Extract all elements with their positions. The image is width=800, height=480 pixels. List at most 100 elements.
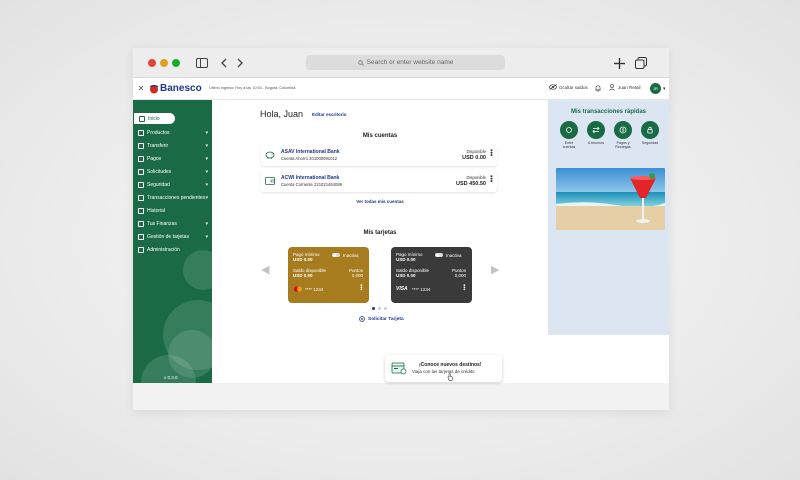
bell-icon[interactable] bbox=[594, 83, 602, 93]
user-name: Juan Retail bbox=[618, 85, 641, 90]
home-icon bbox=[139, 115, 145, 122]
credit-card[interactable]: Pago mínimo USD 0.00 Inactiva Saldo disp… bbox=[391, 247, 472, 303]
available-balance-value: USD 0.00 bbox=[293, 273, 313, 278]
account-bank-name: ACWI International Bank bbox=[281, 175, 340, 181]
shield-icon bbox=[138, 181, 144, 188]
more-options-icon[interactable]: ••• bbox=[357, 284, 363, 290]
carousel-next-icon[interactable]: ▶ bbox=[491, 263, 499, 276]
sidebar-item-inicio[interactable]: Inicio bbox=[133, 112, 176, 125]
carousel-dot[interactable] bbox=[384, 307, 387, 310]
card-status-label: Inactiva bbox=[343, 253, 359, 258]
quick-action-security[interactable]: Seguridad bbox=[640, 121, 660, 145]
points-value: 0,000 bbox=[351, 273, 363, 278]
sidebar-item-historial[interactable]: Historial bbox=[133, 204, 212, 217]
account-card[interactable]: ACWI International Bank Cuenta Corriente… bbox=[261, 170, 497, 192]
card-status-toggle[interactable] bbox=[332, 253, 340, 257]
request-card-button[interactable]: Solicitar Tarjeta bbox=[359, 316, 404, 322]
chevron-down-icon: ▾ bbox=[205, 142, 208, 149]
sidebar-item-transferir[interactable]: Transferir ▾ bbox=[133, 139, 212, 152]
card-number: **** 1234 bbox=[305, 287, 324, 292]
available-label: Disponible bbox=[466, 149, 486, 154]
sidebar-item-transacciones-pendientes[interactable]: Transacciones pendientes ▾ bbox=[133, 191, 212, 204]
sidebar-toggle-icon[interactable] bbox=[195, 56, 209, 70]
sidebar: Inicio Productos ▾ Transferir ▾ Pagos ▾ … bbox=[133, 100, 212, 383]
chevron-down-icon[interactable]: ▾ bbox=[663, 86, 666, 92]
sidebar-item-administracion[interactable]: Administración bbox=[133, 243, 212, 256]
cursor-hand-icon bbox=[447, 368, 453, 386]
brand-logo: Banesco bbox=[149, 83, 202, 94]
account-balance: USD 450.50 bbox=[456, 181, 486, 187]
promo-subtitle: Viaja con las tarjetas de crédito bbox=[412, 369, 475, 374]
sidebar-item-tus-finanzas[interactable]: Tus Finanzas ▾ bbox=[133, 217, 212, 230]
close-window-button[interactable] bbox=[148, 59, 156, 67]
app-header: ✕ Banesco Último ingreso: Hoy a las 10:5… bbox=[133, 78, 669, 100]
visa-logo: VISA bbox=[396, 286, 408, 292]
sidebar-item-gestion-tarjetas[interactable]: Gestión de tarjetas ▾ bbox=[133, 230, 212, 243]
address-bar[interactable]: Search or enter website name bbox=[306, 55, 505, 70]
quick-action-third-party[interactable]: A terceros bbox=[586, 121, 606, 145]
account-type-number: Cuenta Corriente 221021464089 bbox=[281, 182, 342, 187]
last-login-text: Último ingreso: Hoy a las 10:53 - Bogotá… bbox=[209, 86, 296, 90]
chevron-down-icon: ▾ bbox=[205, 220, 208, 227]
sidebar-item-productos[interactable]: Productos ▾ bbox=[133, 126, 212, 139]
address-bar-placeholder: Search or enter website name bbox=[366, 59, 454, 66]
account-bank-name: ASAV International Bank bbox=[281, 149, 340, 155]
edit-desktop-link[interactable]: Editar escritorio bbox=[312, 112, 347, 117]
maximize-window-button[interactable] bbox=[172, 59, 180, 67]
carousel-dot[interactable] bbox=[378, 307, 381, 310]
quick-action-label: Pagos y Recargas bbox=[615, 141, 631, 150]
request-icon bbox=[138, 168, 144, 175]
transfer-icon bbox=[138, 142, 144, 149]
admin-icon bbox=[138, 246, 144, 253]
available-balance-value: USD 0.00 bbox=[396, 273, 416, 278]
payments-recharges-icon: $ bbox=[619, 126, 627, 134]
tabs-overview-icon[interactable] bbox=[634, 56, 648, 70]
promo-banner[interactable]: ¡Conoce nuevos destinos! Viaja con las t… bbox=[385, 355, 502, 382]
user-menu[interactable]: Juan Retail bbox=[609, 84, 641, 91]
third-party-icon bbox=[592, 126, 600, 134]
browser-toolbar: Search or enter website name bbox=[133, 48, 669, 78]
chevron-down-icon: ▾ bbox=[205, 168, 208, 175]
brand-name: Banesco bbox=[160, 83, 202, 94]
quick-action-label: A terceros bbox=[587, 141, 605, 145]
quick-action-between-accounts[interactable]: Entre cuentas bbox=[559, 121, 579, 150]
back-icon[interactable] bbox=[218, 56, 230, 70]
beach-promo-image[interactable] bbox=[556, 168, 665, 230]
more-options-icon[interactable]: ••• bbox=[487, 175, 494, 182]
see-all-accounts-link[interactable]: Ver todas mis cuentas bbox=[212, 199, 548, 204]
avatar-initials: JR bbox=[653, 86, 658, 91]
sidebar-item-pagos[interactable]: Pagos ▾ bbox=[133, 152, 212, 165]
new-tab-icon[interactable] bbox=[612, 56, 626, 70]
sidebar-item-seguridad[interactable]: Seguridad ▾ bbox=[133, 178, 212, 191]
avatar[interactable]: JR bbox=[650, 83, 661, 94]
carousel-dot-active[interactable] bbox=[372, 307, 375, 310]
sidebar-item-solicitudes[interactable]: Solicitudes ▾ bbox=[133, 165, 212, 178]
quick-action-payments-recharges[interactable]: $ Pagos y Recargas bbox=[613, 121, 633, 150]
carousel-prev-icon[interactable]: ◀ bbox=[261, 263, 269, 276]
card-status-toggle[interactable] bbox=[435, 253, 443, 257]
close-icon[interactable]: ✕ bbox=[136, 83, 146, 94]
card-number: **** 1234 bbox=[412, 287, 431, 292]
sidebar-item-label: Administración bbox=[147, 246, 180, 253]
points-value: 0,000 bbox=[454, 273, 466, 278]
forward-icon[interactable] bbox=[234, 56, 246, 70]
credit-card[interactable]: Pago mínimo USD 0.00 Inactiva Saldo disp… bbox=[288, 247, 369, 303]
sidebar-item-label: Solicitudes bbox=[147, 168, 172, 175]
accounts-title: Mis cuentas bbox=[362, 133, 398, 139]
account-balance: USD 0.00 bbox=[462, 155, 486, 161]
carousel-dots bbox=[372, 307, 387, 310]
sidebar-item-label: Historial bbox=[147, 207, 166, 214]
quick-transactions-title: Mis transacciones rápidas bbox=[570, 109, 647, 115]
hide-balances-toggle[interactable]: Ocultar saldos bbox=[549, 84, 588, 90]
chevron-down-icon: ▾ bbox=[205, 194, 208, 201]
search-icon bbox=[357, 59, 364, 66]
minimize-window-button[interactable] bbox=[160, 59, 168, 67]
between-accounts-icon bbox=[566, 127, 572, 133]
more-options-icon[interactable]: ••• bbox=[487, 149, 494, 156]
account-card[interactable]: ASAV International Bank Cuenta Ahorro 20… bbox=[261, 144, 497, 166]
sidebar-item-label: Transacciones pendientes bbox=[147, 194, 206, 201]
sidebar-item-label: Tus Finanzas bbox=[147, 220, 177, 227]
min-payment-value: USD 0.00 bbox=[293, 257, 313, 262]
user-icon bbox=[609, 84, 615, 91]
more-options-icon[interactable]: ••• bbox=[460, 284, 466, 290]
